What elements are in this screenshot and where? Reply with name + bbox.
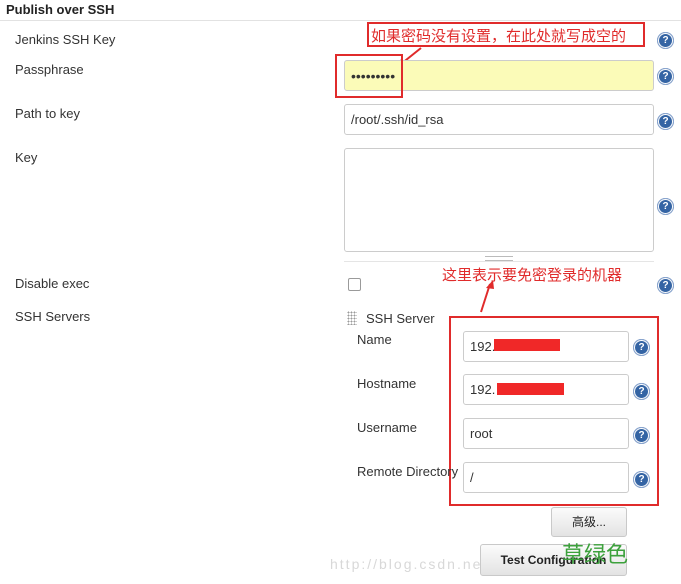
username-help-icon[interactable]: ?	[633, 427, 650, 444]
drag-handle-icon[interactable]	[347, 311, 357, 325]
passphrase-highlight-box	[335, 54, 403, 98]
disable-exec-checkbox[interactable]	[348, 278, 361, 291]
remote-directory-label: Remote Directory	[357, 464, 459, 479]
key-textarea[interactable]	[344, 148, 654, 252]
username-label: Username	[357, 420, 417, 435]
key-label: Key	[15, 150, 38, 165]
jenkins-ssh-key-label: Jenkins SSH Key	[15, 32, 116, 47]
remote-directory-field[interactable]	[463, 462, 629, 493]
disable-exec-label: Disable exec	[15, 276, 90, 291]
jenkins-ssh-key-help-icon[interactable]: ?	[657, 32, 674, 49]
green-note: 草绿色	[562, 543, 629, 568]
passphrase-label: Passphrase	[15, 62, 84, 77]
server-name-label: Name	[357, 332, 392, 347]
server-name-help-icon[interactable]: ?	[633, 339, 650, 356]
section-title: Publish over SSH	[6, 2, 115, 17]
hostname-label: Hostname	[357, 376, 417, 391]
servers-note-arrow	[480, 280, 494, 313]
watermark: http://blog.csdn.net/	[330, 556, 495, 572]
disable-exec-help-icon[interactable]: ?	[657, 277, 674, 294]
advanced-button[interactable]: 高级...	[551, 507, 627, 537]
hostname-help-icon[interactable]: ?	[633, 383, 650, 400]
hostname-redaction	[497, 383, 564, 395]
key-help-icon[interactable]: ?	[657, 198, 674, 215]
remote-directory-help-icon[interactable]: ?	[633, 471, 650, 488]
passphrase-help-icon[interactable]: ?	[657, 68, 674, 85]
path-to-key-label: Path to key	[15, 106, 81, 121]
section-divider	[0, 20, 681, 21]
ssh-server-header: SSH Server	[366, 311, 435, 326]
path-to-key-field[interactable]	[344, 104, 654, 135]
ssh-servers-label: SSH Servers	[15, 309, 91, 324]
servers-note: 这里表示要免密登录的机器	[442, 266, 623, 284]
username-field[interactable]	[463, 418, 629, 449]
key-divider	[344, 261, 654, 262]
passphrase-note: 如果密码没有设置，在此处就写成空的	[371, 27, 627, 45]
path-to-key-help-icon[interactable]: ?	[657, 113, 674, 130]
server-name-redaction	[494, 339, 560, 351]
